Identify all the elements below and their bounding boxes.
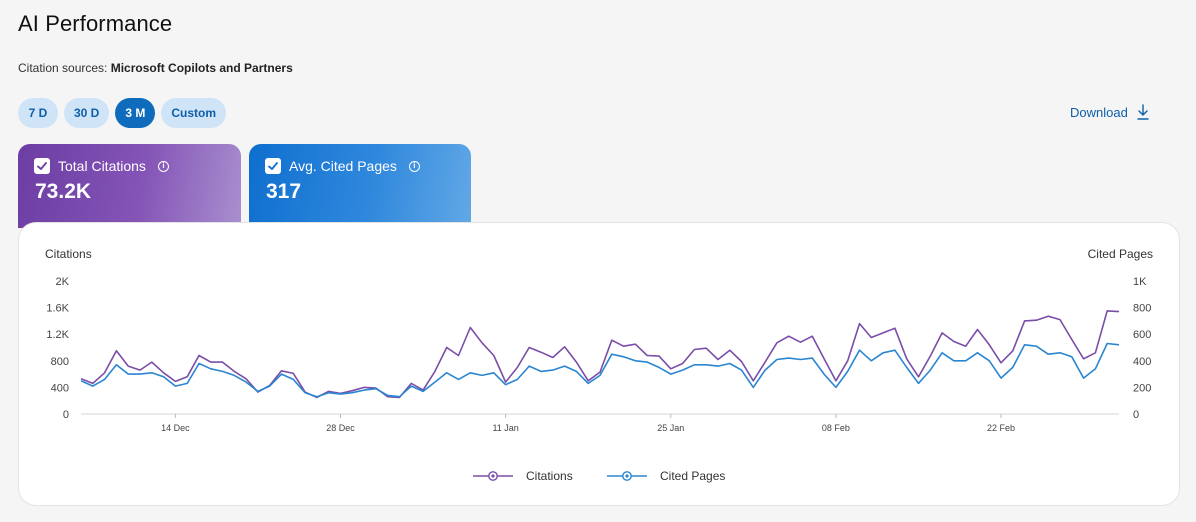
range-30d-button[interactable]: 30 D xyxy=(64,98,110,128)
x-tick-label: 11 Jan xyxy=(492,423,518,433)
citation-sources-value: Microsoft Copilots and Partners xyxy=(110,61,293,75)
left-tick-label: 0 xyxy=(63,409,69,421)
left-tick-label: 1.6K xyxy=(46,303,69,315)
chart-card: Citations Cited Pages 0 0 400 200 800 400 1.2K 60… xyxy=(18,222,1180,506)
right-tick-label: 600 xyxy=(1133,329,1151,341)
left-axis-title: Citations xyxy=(45,247,92,261)
right-tick-label: 200 xyxy=(1133,382,1151,394)
citation-sources: Citation sources: Microsoft Copilots and… xyxy=(18,61,293,75)
cited-pages-checkbox[interactable] xyxy=(265,158,281,174)
download-button[interactable]: Download xyxy=(1070,104,1150,120)
legend-label: Cited Pages xyxy=(660,469,725,483)
info-icon[interactable]: i xyxy=(157,160,169,172)
right-tick-label: 1K xyxy=(1133,276,1147,288)
kpi-avg-cited-pages[interactable]: Avg. Cited Pages i 317 xyxy=(249,144,471,228)
series-line-citations xyxy=(80,310,1120,399)
citation-sources-label: Citation sources: xyxy=(18,61,108,75)
kpi-citations-value: 73.2K xyxy=(35,180,92,203)
performance-line-chart: Citations Cited Pages 0 0 400 200 800 400 1.2K 60… xyxy=(45,247,1153,483)
x-tick-label: 22 Feb xyxy=(987,423,1015,433)
x-tick-label: 25 Jan xyxy=(657,423,684,433)
right-axis-title: Cited Pages xyxy=(1088,247,1153,261)
download-icon xyxy=(1137,104,1149,120)
citations-checkbox[interactable] xyxy=(34,158,50,174)
right-tick-label: 800 xyxy=(1133,303,1151,315)
page-title: AI Performance xyxy=(18,11,173,36)
range-7d-button[interactable]: 7 D xyxy=(18,98,58,128)
info-icon[interactable]: i xyxy=(408,160,420,172)
legend-swatch-dot xyxy=(625,474,629,478)
right-tick-label: 0 xyxy=(1133,409,1139,421)
download-label: Download xyxy=(1070,104,1128,120)
kpi-citations-label: Total Citations xyxy=(58,158,146,174)
date-range-selector: 7 D 30 D 3 M Custom xyxy=(18,98,227,128)
right-tick-label: 400 xyxy=(1133,356,1151,368)
left-tick-label: 2K xyxy=(56,276,70,288)
left-tick-label: 800 xyxy=(51,356,69,368)
kpi-pages-value: 317 xyxy=(266,180,302,203)
kpi-total-citations[interactable]: Total Citations i 73.2K xyxy=(18,144,241,228)
check-icon xyxy=(268,162,278,170)
range-3m-button[interactable]: 3 M xyxy=(115,98,156,128)
kpi-pages-label: Avg. Cited Pages xyxy=(289,158,397,174)
x-tick-label: 14 Dec xyxy=(161,423,190,433)
legend-swatch-dot xyxy=(491,474,495,478)
legend-label: Citations xyxy=(526,469,573,483)
check-icon xyxy=(37,162,47,170)
left-tick-label: 400 xyxy=(51,382,69,394)
range-custom-button[interactable]: Custom xyxy=(161,98,227,128)
x-tick-label: 28 Dec xyxy=(326,423,355,433)
x-tick-label: 08 Feb xyxy=(822,423,850,433)
left-tick-label: 1.2K xyxy=(46,329,69,341)
